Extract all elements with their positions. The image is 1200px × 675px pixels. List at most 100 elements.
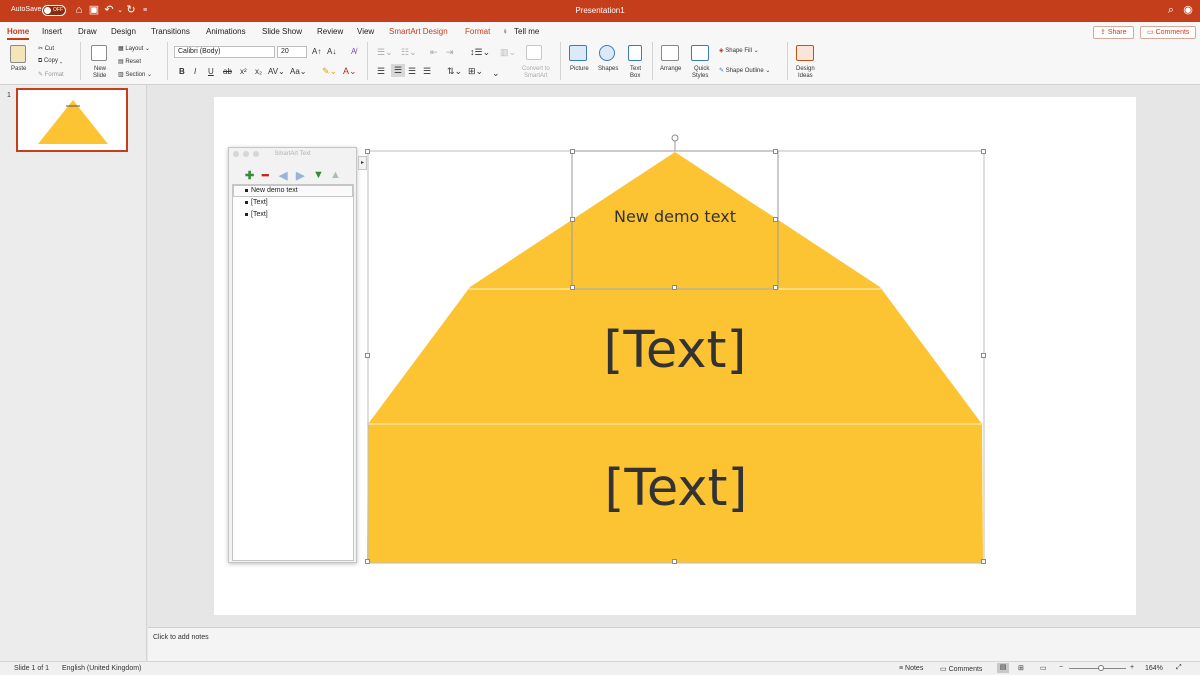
normal-view-icon[interactable]: ▤: [997, 663, 1009, 673]
tab-design[interactable]: Design: [111, 27, 136, 36]
tell-me-field[interactable]: Tell me: [514, 27, 539, 36]
tab-review[interactable]: Review: [317, 27, 343, 36]
pane-toggle-icon[interactable]: ▸: [358, 156, 367, 170]
text-outline-list[interactable]: New demo text [Text] [Text]: [232, 184, 354, 561]
arrange-icon[interactable]: [661, 45, 679, 61]
shapes-label[interactable]: Shapes: [598, 66, 618, 72]
clear-format-icon[interactable]: A̸: [351, 47, 356, 56]
decrease-indent-icon[interactable]: ⇤: [430, 47, 438, 58]
frame-handle[interactable]: [672, 559, 677, 564]
change-case-icon[interactable]: Aa⌄: [290, 67, 307, 76]
pyramid-text-1[interactable]: New demo text: [572, 207, 778, 226]
tab-home[interactable]: Home: [7, 27, 30, 40]
cut-button[interactable]: ✂ Cut: [38, 45, 54, 52]
italic-icon[interactable]: I: [194, 67, 196, 76]
list-item[interactable]: [Text]: [245, 199, 268, 206]
tab-insert[interactable]: Insert: [42, 27, 62, 36]
font-color-icon[interactable]: A⌄: [343, 66, 357, 77]
underline-icon[interactable]: U: [208, 67, 214, 76]
lightbulb-icon[interactable]: ♀: [502, 27, 508, 36]
move-down-icon[interactable]: ▼: [313, 169, 324, 181]
font-name-field[interactable]: Calibri (Body): [174, 46, 275, 58]
new-slide-icon[interactable]: [91, 45, 107, 61]
quick-styles-label-1[interactable]: Quick: [694, 66, 709, 72]
zoom-out-icon[interactable]: −: [1059, 664, 1063, 671]
new-slide-label-1[interactable]: New: [94, 66, 106, 72]
move-up-icon[interactable]: ▲: [330, 169, 341, 181]
quick-styles-label-2[interactable]: Styles: [692, 73, 708, 79]
frame-handle[interactable]: [365, 353, 370, 358]
align-left-icon[interactable]: ☰: [377, 66, 385, 77]
tab-view[interactable]: View: [357, 27, 374, 36]
tab-slide-show[interactable]: Slide Show: [262, 27, 302, 36]
resize-handle[interactable]: [773, 285, 778, 290]
resize-handle[interactable]: [773, 217, 778, 222]
align-text-icon[interactable]: ⊞⌄: [468, 66, 483, 77]
search-icon[interactable]: ⌕: [1165, 4, 1177, 17]
shape-outline-button[interactable]: ✎ Shape Outline ⌄: [719, 67, 770, 74]
reading-view-icon[interactable]: ▭: [1040, 664, 1047, 672]
remove-bullet-icon[interactable]: ━: [262, 169, 269, 182]
promote-icon[interactable]: ◀: [279, 169, 287, 182]
zoom-thumb[interactable]: [1098, 665, 1104, 671]
reset-button[interactable]: ▤ Reset: [118, 58, 141, 65]
slide-sorter-icon[interactable]: ⊞: [1018, 664, 1024, 672]
columns-icon[interactable]: ▥⌄: [500, 47, 516, 58]
notes-button[interactable]: ≡ Notes: [899, 665, 923, 672]
add-bullet-icon[interactable]: ✚: [245, 169, 254, 182]
frame-handle[interactable]: [981, 559, 986, 564]
highlight-icon[interactable]: ✎⌄: [322, 66, 337, 77]
numbering-icon[interactable]: ☷⌄: [401, 47, 417, 58]
paste-icon[interactable]: [10, 45, 26, 63]
frame-handle[interactable]: [365, 149, 370, 154]
tab-animations[interactable]: Animations: [206, 27, 246, 36]
design-ideas-label-1[interactable]: Design: [796, 66, 815, 72]
tab-draw[interactable]: Draw: [78, 27, 97, 36]
frame-handle[interactable]: [981, 353, 986, 358]
slide-thumbnail[interactable]: [16, 88, 128, 152]
text-box-label-2[interactable]: Box: [630, 73, 640, 79]
account-icon[interactable]: ◉: [1182, 4, 1194, 17]
quick-styles-icon[interactable]: [691, 45, 709, 61]
line-spacing-icon[interactable]: ↕☰⌄: [470, 47, 490, 58]
language[interactable]: English (United Kingdom): [62, 665, 141, 672]
resize-handle[interactable]: [672, 285, 677, 290]
justify-icon[interactable]: ☰: [423, 66, 431, 77]
demote-icon[interactable]: ▶: [296, 169, 304, 182]
format-painter-button[interactable]: ✎ Format: [38, 71, 64, 78]
superscript-icon[interactable]: x²: [240, 67, 247, 76]
align-right-icon[interactable]: ☰: [408, 66, 416, 77]
rotate-handle[interactable]: [671, 134, 679, 142]
text-box-icon[interactable]: [628, 45, 642, 61]
shape-fill-button[interactable]: ◈ Shape Fill ⌄: [719, 47, 759, 54]
more-options-icon[interactable]: ⌄: [492, 68, 500, 79]
strikethrough-icon[interactable]: ab: [223, 67, 232, 76]
convert-label-2[interactable]: SmartArt: [524, 73, 548, 79]
new-slide-label-2[interactable]: Slide: [93, 73, 106, 79]
text-direction-icon[interactable]: ⇅⌄: [447, 66, 462, 77]
text-box-label-1[interactable]: Text: [630, 66, 641, 72]
convert-smartart-icon[interactable]: [526, 45, 542, 60]
arrange-label[interactable]: Arrange: [660, 66, 681, 72]
align-center-icon[interactable]: ☰: [391, 64, 406, 77]
paste-label[interactable]: Paste: [11, 66, 26, 72]
subscript-icon[interactable]: x₂: [255, 67, 262, 76]
resize-handle[interactable]: [570, 217, 575, 222]
notes-pane[interactable]: Click to add notes: [148, 627, 1200, 661]
design-ideas-icon[interactable]: [796, 45, 814, 61]
picture-label[interactable]: Picture: [570, 66, 589, 72]
share-button[interactable]: ⇪ Share: [1093, 26, 1134, 39]
resize-handle[interactable]: [570, 285, 575, 290]
fit-to-window-icon[interactable]: ⤢: [1176, 664, 1182, 672]
zoom-level[interactable]: 164%: [1145, 665, 1163, 672]
picture-icon[interactable]: [569, 45, 587, 61]
design-ideas-label-2[interactable]: Ideas: [798, 73, 813, 79]
notes-placeholder[interactable]: Click to add notes: [153, 634, 209, 641]
resize-handle[interactable]: [570, 149, 575, 154]
comments-status-button[interactable]: ▭ Comments: [940, 665, 982, 673]
frame-handle[interactable]: [365, 559, 370, 564]
convert-label-1[interactable]: Convert to: [522, 66, 550, 72]
character-spacing-icon[interactable]: AV⌄: [268, 67, 285, 76]
decrease-font-icon[interactable]: A↓: [327, 47, 336, 56]
section-button[interactable]: ▥ Section ⌄: [118, 71, 152, 78]
